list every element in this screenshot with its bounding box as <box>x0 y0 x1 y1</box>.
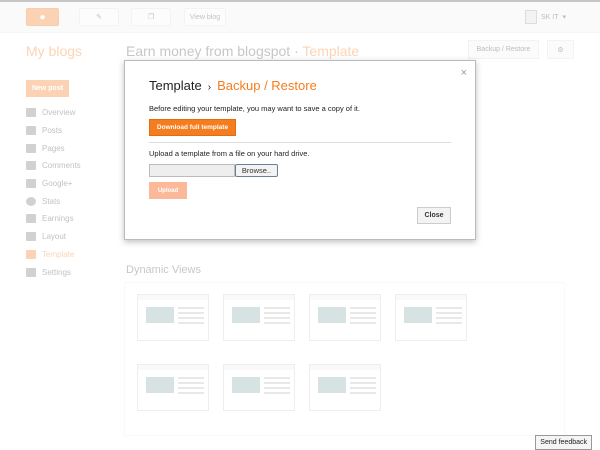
section-name: Template <box>302 43 360 59</box>
template-thumbnail[interactable] <box>223 294 295 341</box>
close-icon[interactable]: × <box>461 67 467 79</box>
avatar <box>524 10 537 24</box>
user-menu[interactable]: SK IT ▾ <box>524 10 566 24</box>
template-thumbnail[interactable] <box>137 294 209 341</box>
new-post-pencil-button[interactable]: ✎ <box>79 8 119 26</box>
paint-roller-icon <box>26 249 36 259</box>
breadcrumb-separator: › <box>207 82 212 93</box>
sidebar-item-settings[interactable]: Settings <box>26 263 81 281</box>
posts-icon <box>26 126 36 136</box>
template-thumbnail[interactable] <box>309 364 381 411</box>
dialog-subtitle: Backup / Restore <box>217 78 317 93</box>
sidebar-item-pages[interactable]: Pages <box>26 139 81 157</box>
download-full-template-button[interactable]: Download full template <box>149 119 236 136</box>
home-icon <box>26 108 36 118</box>
close-button[interactable]: Close <box>417 207 451 224</box>
sidebar-item-label: Comments <box>42 161 81 171</box>
sidebar-item-comments[interactable]: Comments <box>26 157 81 175</box>
sidebar-item-label: Google+ <box>42 179 73 189</box>
dynamic-views-heading: Dynamic Views <box>126 264 201 276</box>
title-separator: · <box>294 43 299 59</box>
sidebar-item-label: Stats <box>42 196 61 206</box>
page-icon <box>26 143 36 153</box>
my-blogs-link[interactable]: My blogs <box>26 43 82 59</box>
comment-icon <box>26 161 36 171</box>
trophy-icon <box>26 214 36 224</box>
template-thumbnail[interactable] <box>395 294 467 341</box>
backup-restore-button[interactable]: Backup / Restore <box>468 40 539 59</box>
top-bar: ● ✎ ❐ View blog SK IT ▾ <box>0 0 600 33</box>
template-thumbnail[interactable] <box>309 294 381 341</box>
copy-icon: ❐ <box>147 14 155 21</box>
sidebar-item-layout[interactable]: Layout <box>26 228 81 246</box>
dialog-title-main: Template <box>149 78 202 93</box>
template-thumbnail[interactable] <box>137 364 209 411</box>
backup-restore-dialog: × Template › Backup / Restore Before editi… <box>124 60 476 240</box>
sidebar-item-posts[interactable]: Posts <box>26 122 81 140</box>
upload-button[interactable]: Upload <box>149 182 187 199</box>
send-feedback-button[interactable]: Send feedback <box>535 435 592 450</box>
sidebar-nav: Overview Posts Pages Comments Google+ St… <box>26 104 81 281</box>
blog-name: Earn money from blogspot <box>126 43 291 59</box>
sidebar-item-label: Earnings <box>42 214 74 224</box>
sidebar-item-earnings[interactable]: Earnings <box>26 210 81 228</box>
pie-chart-icon <box>26 196 36 206</box>
sidebar-item-label: Pages <box>42 143 65 153</box>
settings-button[interactable]: ⚙ <box>547 40 574 59</box>
browse-button[interactable]: Browse.. <box>235 164 278 177</box>
google-plus-icon <box>26 179 36 189</box>
layout-icon <box>26 232 36 242</box>
save-copy-text: Before editing your template, you may wa… <box>149 104 360 113</box>
pencil-icon: ✎ <box>96 14 102 21</box>
chevron-down-icon: ▾ <box>562 14 566 21</box>
view-blog-button[interactable]: View blog <box>184 8 226 26</box>
dialog-title: Template › Backup / Restore <box>149 78 317 93</box>
sidebar-item-overview[interactable]: Overview <box>26 104 81 122</box>
sidebar-item-google-plus[interactable]: Google+ <box>26 175 81 193</box>
user-name: SK IT <box>540 13 559 21</box>
sidebar-item-template[interactable]: Template <box>26 246 81 264</box>
sidebar-item-label: Template <box>42 249 75 259</box>
file-path-input[interactable] <box>149 164 235 177</box>
sidebar-item-stats[interactable]: Stats <box>26 192 81 210</box>
new-post-button[interactable]: New post <box>26 80 69 97</box>
blogger-logo-button[interactable]: ● <box>26 8 59 26</box>
wrench-icon <box>26 267 36 277</box>
posts-list-button[interactable]: ❐ <box>131 8 171 26</box>
sidebar-item-label: Posts <box>42 126 63 136</box>
sidebar-item-label: Layout <box>42 232 67 242</box>
upload-text: Upload a template from a file on your ha… <box>149 149 310 158</box>
template-thumbnail[interactable] <box>223 364 295 411</box>
sidebar-item-label: Settings <box>42 267 71 277</box>
gear-icon: ⚙ <box>557 46 564 54</box>
page-title: Earn money from blogspot · Template <box>126 43 359 59</box>
divider <box>149 142 451 143</box>
sidebar-item-label: Overview <box>42 108 76 118</box>
